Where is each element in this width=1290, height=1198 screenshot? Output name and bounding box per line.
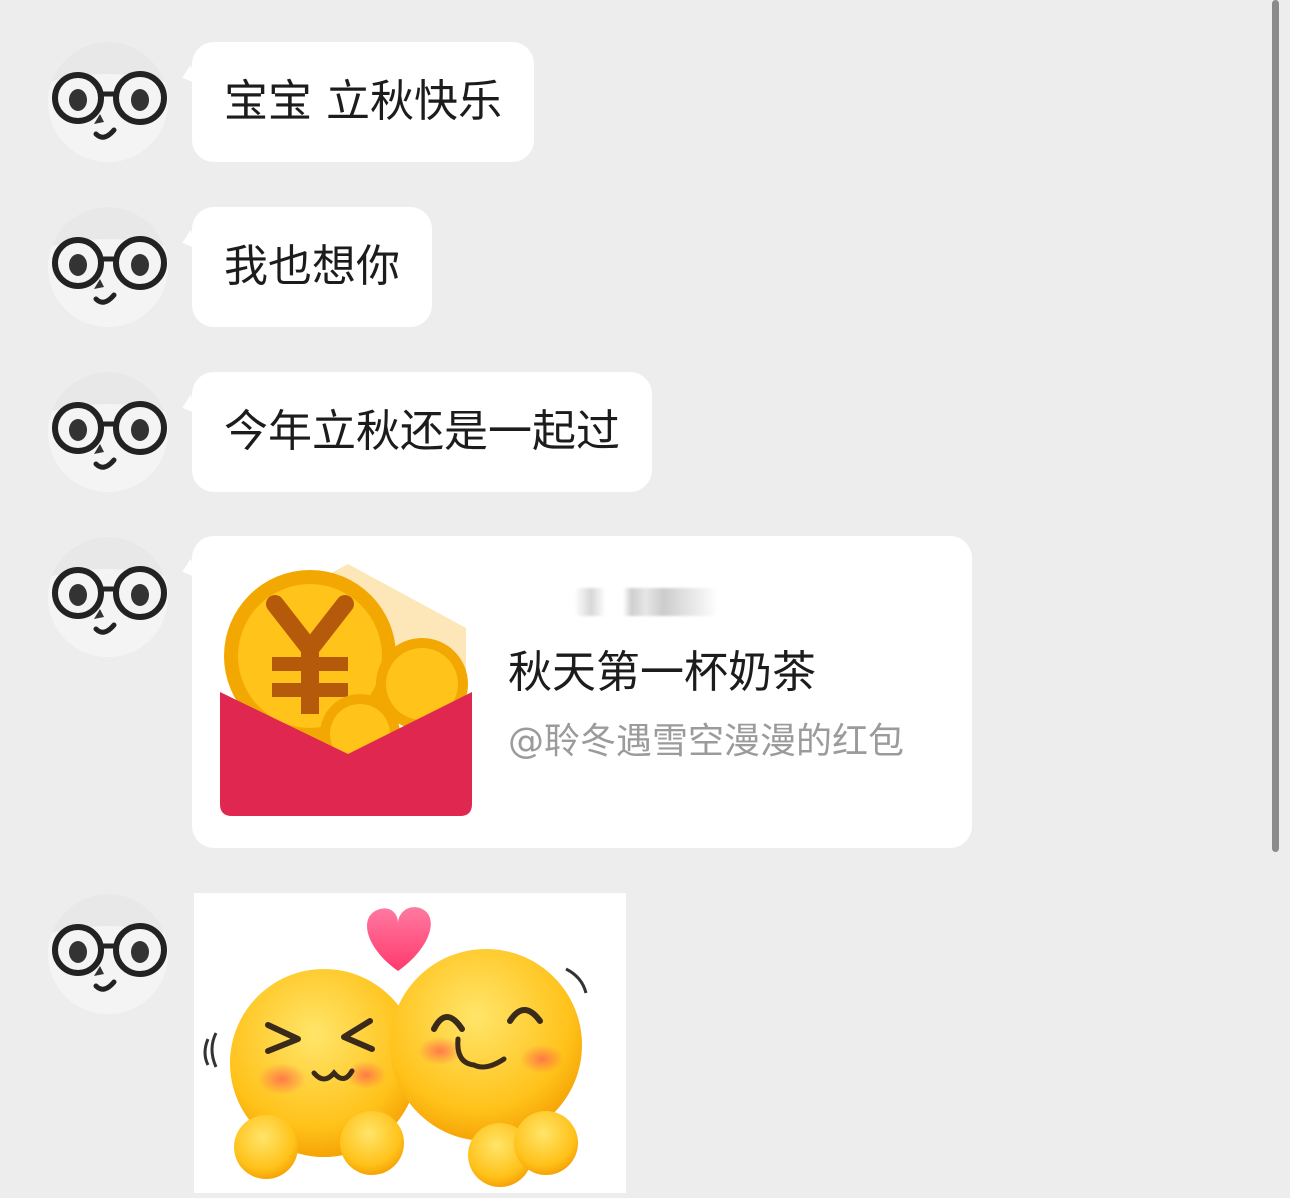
message-bubble[interactable]: 我也想你 [192, 207, 432, 327]
glasses-panda-icon [48, 537, 168, 657]
sticker-message[interactable] [194, 893, 626, 1193]
chat-window: { "messages": [ { "text": "宝宝 立秋快乐", "se… [0, 0, 1290, 1198]
red-envelope-coin-icon [220, 564, 472, 816]
avatar[interactable] [48, 372, 168, 492]
glasses-panda-icon [48, 42, 168, 162]
glasses-panda-icon [48, 372, 168, 492]
message-text: 宝宝 立秋快乐 [224, 76, 502, 127]
avatar[interactable] [48, 207, 168, 327]
message-bubble[interactable]: 今年立秋还是一起过 [192, 372, 652, 492]
red-packet-subtitle: @聆冬遇雪空漫漫的红包 [508, 721, 905, 762]
avatar[interactable] [48, 42, 168, 162]
hugging-emoji-sticker-icon [203, 907, 588, 1187]
avatar[interactable] [48, 537, 168, 657]
message-text: 我也想你 [224, 241, 400, 292]
glasses-panda-icon [48, 894, 168, 1014]
message-text: 今年立秋还是一起过 [224, 406, 620, 457]
glasses-panda-icon [48, 207, 168, 327]
red-packet-card[interactable]: 秋天第一杯奶茶 @聆冬遇雪空漫漫的红包 [192, 536, 972, 848]
blurred-text [574, 588, 718, 616]
message-bubble[interactable]: 宝宝 立秋快乐 [192, 42, 534, 162]
avatar[interactable] [48, 894, 168, 1014]
red-packet-title: 秋天第一杯奶茶 [508, 647, 816, 698]
scrollbar[interactable] [1272, 0, 1279, 852]
